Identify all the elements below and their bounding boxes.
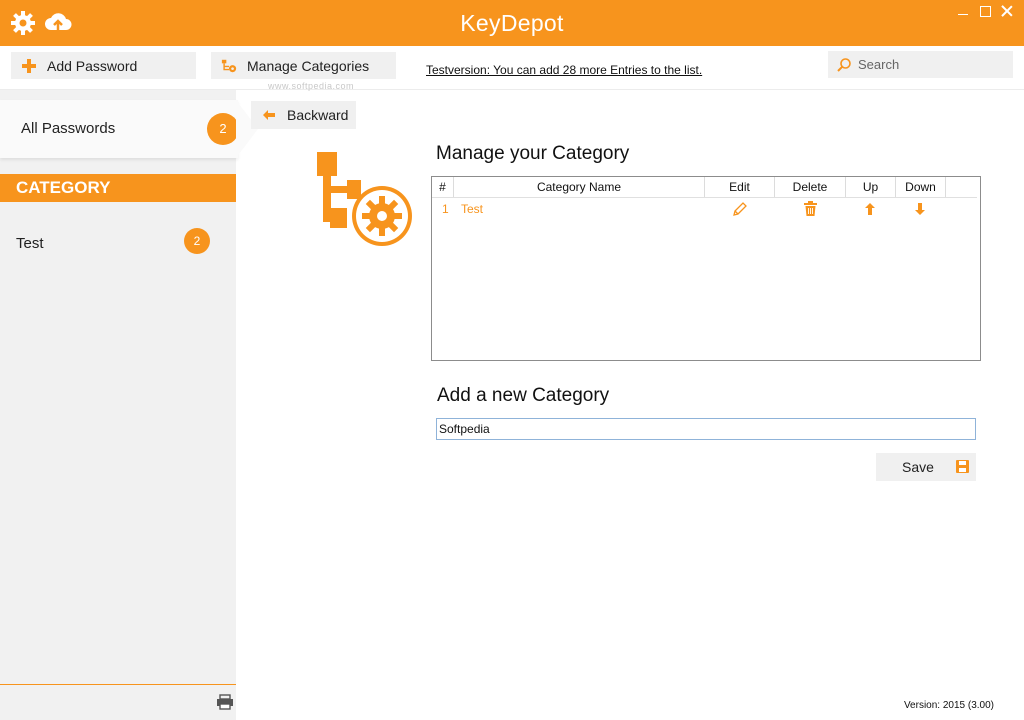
add-password-button[interactable]: Add Password [11,52,196,79]
floppy-disk-icon [956,460,969,473]
manage-categories-label: Manage Categories [247,57,370,74]
column-header: # [432,177,454,197]
add-category-heading: Add a new Category [437,385,610,406]
minimize-icon[interactable] [956,4,970,18]
pencil-icon[interactable] [732,202,748,217]
search-input[interactable]: Search [828,51,1013,78]
column-header: Delete [775,177,846,197]
sidebar-item-all-passwords[interactable]: All Passwords 2 [0,100,239,158]
category-tree-icon [317,152,412,246]
plus-icon [21,58,37,74]
table-header: # Category Name Edit Delete Up Down [432,177,977,198]
search-icon [837,57,851,72]
table-row[interactable]: 1 Test [432,199,977,219]
app-title: KeyDepot [460,10,564,36]
sidebar-item-test[interactable]: Test [16,235,44,252]
version-label: Version: 2015 (3.00) [903,700,994,711]
row-index: 1 [442,202,449,216]
title-bar: KeyDepot [0,0,1024,46]
column-header: Category Name [454,177,705,197]
arrow-left-icon [263,110,275,120]
save-button[interactable]: Save [876,453,976,481]
column-header: Down [896,177,946,197]
backward-button[interactable]: Backward [251,101,356,129]
new-category-input[interactable]: Softpedia [436,418,976,440]
add-password-label: Add Password [47,57,138,74]
count-badge: 2 [184,228,210,254]
column-header: Edit [705,177,775,197]
category-tree-icon [221,59,237,72]
trash-icon[interactable] [804,201,817,216]
watermark: www.softpedia.com [268,81,355,91]
category-table: # Category Name Edit Delete Up Down 1 Te… [431,176,981,361]
count-badge: 2 [207,113,239,145]
row-category-name: Test [461,202,484,216]
manage-category-heading: Manage your Category [436,143,630,164]
trial-notice-link[interactable]: Testversion: You can add 28 more Entries… [426,63,702,77]
all-passwords-label: All Passwords [21,120,116,137]
window-controls [956,4,1014,18]
print-icon[interactable] [216,694,234,710]
manage-categories-button[interactable]: Manage Categories [211,52,396,79]
category-header: CATEGORY [0,174,236,202]
search-placeholder: Search [858,57,900,72]
backward-label: Backward [287,107,349,123]
save-label: Save [902,459,934,475]
sidebar-footer [0,684,236,720]
close-icon[interactable] [1000,4,1014,18]
arrow-down-icon[interactable] [915,203,925,215]
sidebar: All Passwords 2 CATEGORY Test 2 [0,90,258,720]
arrow-up-icon[interactable] [865,203,875,215]
column-header: Up [846,177,896,197]
maximize-icon[interactable] [978,4,992,18]
